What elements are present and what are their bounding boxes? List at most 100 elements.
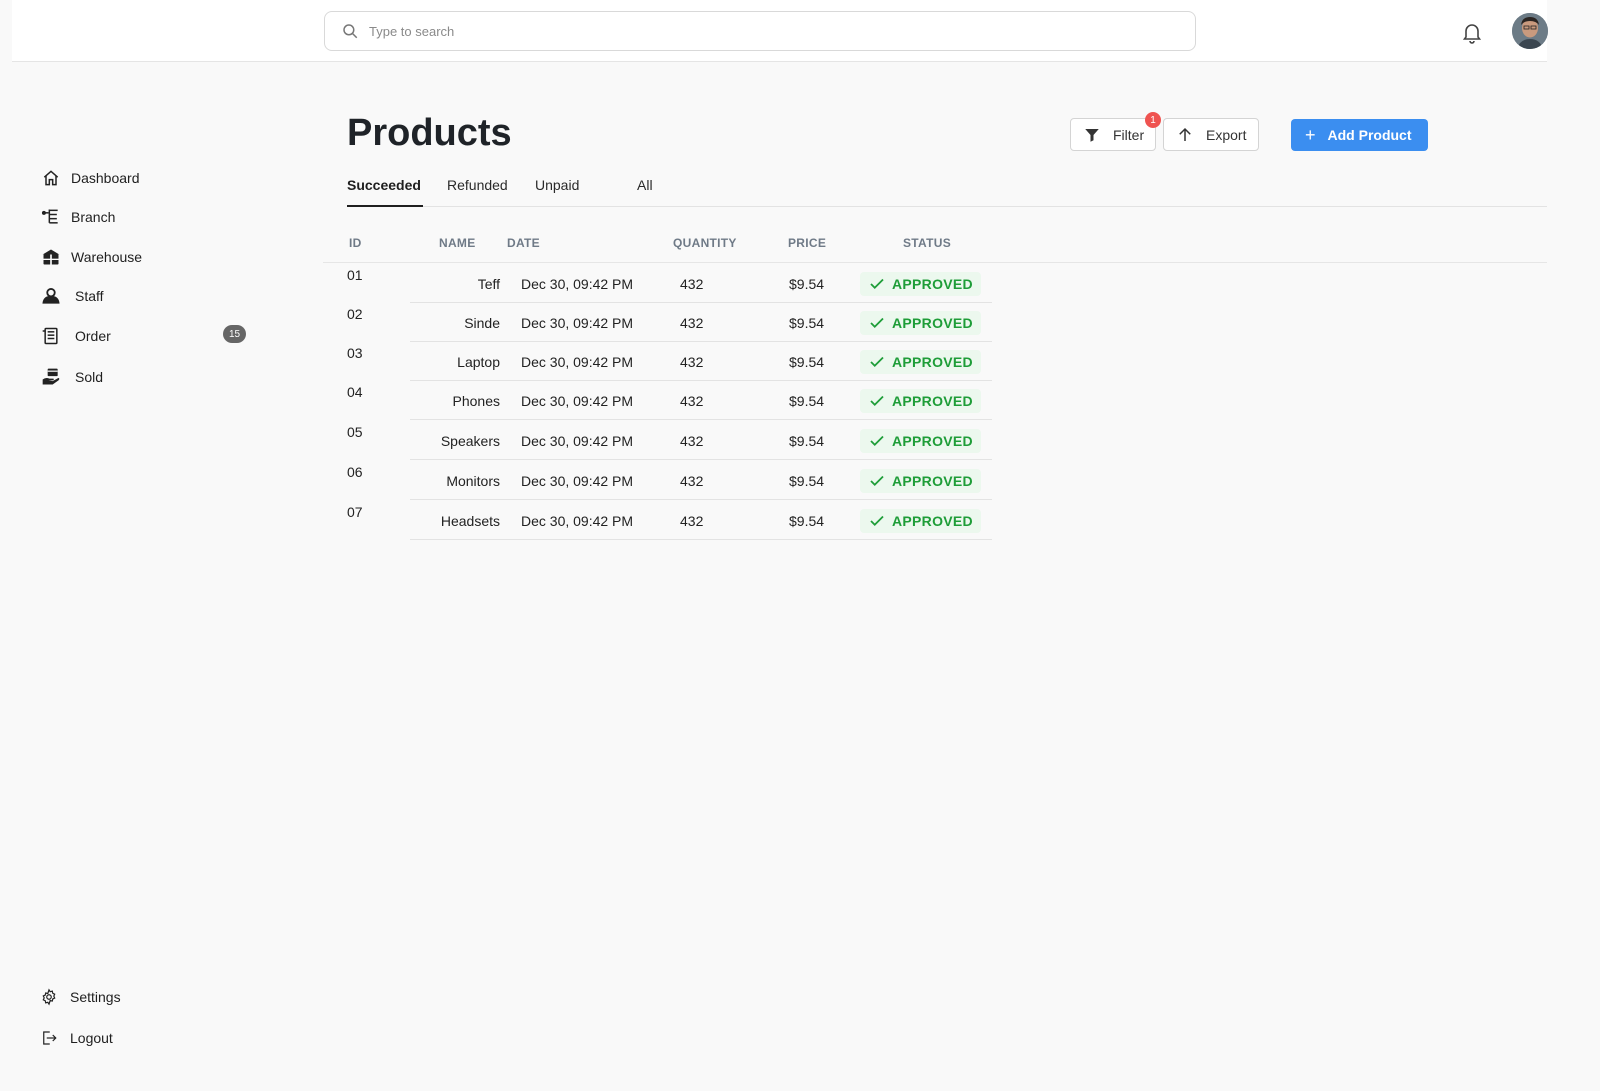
table-row[interactable]: Laptop Dec 30, 09:42 PM 432 $9.54 APPROV… — [410, 342, 992, 381]
search-input[interactable] — [369, 23, 1169, 39]
sidebar-item-order[interactable]: Order — [40, 324, 111, 348]
row-quantity: 432 — [680, 513, 704, 529]
table-row[interactable]: Sinde Dec 30, 09:42 PM 432 $9.54 APPROVE… — [410, 303, 992, 342]
sidebar-item-logout[interactable]: Logout — [40, 1026, 113, 1050]
header-divider — [323, 262, 1547, 263]
branch-icon — [40, 206, 62, 228]
row-date: Dec 30, 09:42 PM — [521, 433, 634, 449]
sidebar-item-label: Order — [75, 328, 111, 344]
tab-refunded[interactable]: Refunded — [447, 177, 508, 193]
filter-button[interactable]: Filter — [1070, 118, 1156, 151]
sidebar-item-label: Staff — [75, 288, 104, 304]
sidebar-item-label: Warehouse — [71, 249, 143, 265]
check-icon — [870, 278, 884, 290]
staff-icon — [40, 285, 62, 307]
row-price: $9.54 — [789, 315, 825, 331]
row-id: 04 — [347, 384, 363, 400]
check-icon — [870, 356, 884, 368]
add-product-button[interactable]: + Add Product — [1291, 119, 1428, 151]
user-photo — [1512, 13, 1548, 49]
search-box[interactable] — [324, 11, 1196, 51]
check-icon — [870, 515, 884, 527]
row-price: $9.54 — [789, 354, 825, 370]
row-name: Sinde — [464, 315, 500, 331]
row-date: Dec 30, 09:42 PM — [521, 315, 634, 331]
tab-all[interactable]: All — [637, 177, 653, 193]
row-name: Headsets — [440, 513, 500, 529]
top-bar — [12, 0, 1548, 62]
sidebar-item-dashboard[interactable]: Dashboard — [40, 166, 140, 190]
check-icon — [870, 395, 884, 407]
row-price: $9.54 — [789, 393, 825, 409]
tab-unpaid[interactable]: Unpaid — [535, 177, 579, 193]
sidebar-item-staff[interactable]: Staff — [40, 284, 104, 308]
row-id: 05 — [347, 424, 363, 440]
filter-icon — [1085, 128, 1099, 142]
row-date: Dec 30, 09:42 PM — [521, 513, 634, 529]
table-row[interactable]: Monitors Dec 30, 09:42 PM 432 $9.54 APPR… — [410, 461, 992, 500]
sidebar-item-branch[interactable]: Branch — [40, 205, 115, 229]
table-row[interactable]: Teff Dec 30, 09:42 PM 432 $9.54 APPROVED — [410, 264, 992, 303]
tab-succeeded[interactable]: Succeeded — [347, 177, 421, 193]
add-product-label: Add Product — [1327, 127, 1412, 143]
table-row[interactable]: Speakers Dec 30, 09:42 PM 432 $9.54 APPR… — [410, 421, 992, 460]
row-price: $9.54 — [789, 276, 825, 292]
plus-icon: + — [1305, 124, 1316, 145]
column-header-quantity[interactable]: QUANTITY — [673, 236, 737, 250]
check-icon — [870, 435, 884, 447]
sidebar-item-sold[interactable]: Sold — [40, 365, 103, 389]
row-name: Speakers — [440, 433, 500, 449]
row-quantity: 432 — [680, 276, 704, 292]
row-price: $9.54 — [789, 433, 825, 449]
sidebar-item-settings[interactable]: Settings — [40, 985, 121, 1009]
sidebar-item-label: Settings — [70, 989, 121, 1005]
check-icon — [870, 475, 884, 487]
row-quantity: 432 — [680, 473, 704, 489]
status-badge: APPROVED — [860, 469, 981, 493]
sidebar-item-label: Dashboard — [71, 170, 140, 186]
filter-count-badge: 1 — [1145, 112, 1161, 128]
row-quantity: 432 — [680, 354, 704, 370]
column-header-price[interactable]: PRICE — [788, 236, 826, 250]
row-name: Phones — [452, 393, 500, 409]
tabs-divider — [347, 206, 1547, 207]
status-badge: APPROVED — [860, 311, 981, 335]
table-row[interactable]: Phones Dec 30, 09:42 PM 432 $9.54 APPROV… — [410, 381, 992, 420]
status-badge: APPROVED — [860, 509, 981, 533]
column-header-id[interactable]: ID — [349, 236, 362, 250]
logout-icon — [43, 1031, 57, 1045]
row-date: Dec 30, 09:42 PM — [521, 354, 634, 370]
bell-icon[interactable] — [1460, 20, 1484, 44]
column-header-date[interactable]: DATE — [507, 236, 540, 250]
active-tab-indicator — [347, 205, 423, 207]
row-id: 07 — [347, 504, 363, 520]
gear-icon — [42, 988, 56, 1006]
sidebar-item-label: Sold — [75, 369, 104, 385]
row-price: $9.54 — [789, 473, 825, 489]
row-date: Dec 30, 09:42 PM — [521, 276, 634, 292]
column-header-name[interactable]: NAME — [439, 236, 476, 250]
avatar[interactable] — [1512, 13, 1548, 49]
row-name: Monitors — [446, 473, 500, 489]
sidebar-item-warehouse[interactable]: Warehouse — [40, 245, 142, 269]
row-date: Dec 30, 09:42 PM — [521, 473, 634, 489]
warehouse-icon — [40, 246, 62, 268]
row-quantity: 432 — [680, 315, 704, 331]
status-badge: APPROVED — [860, 429, 981, 453]
row-id: 02 — [347, 306, 363, 322]
row-id: 03 — [347, 345, 363, 361]
column-header-status[interactable]: STATUS — [903, 236, 951, 250]
table-row[interactable]: Headsets Dec 30, 09:42 PM 432 $9.54 APPR… — [410, 501, 992, 540]
status-badge: APPROVED — [860, 272, 981, 296]
sidebar-item-label: Branch — [71, 209, 116, 225]
page-title: Products — [347, 112, 512, 154]
sold-icon — [40, 366, 62, 388]
filter-label: Filter — [1113, 126, 1145, 143]
row-id: 06 — [347, 464, 363, 480]
status-badge: APPROVED — [860, 389, 981, 413]
row-quantity: 432 — [680, 393, 704, 409]
search-icon — [343, 24, 358, 39]
status-badge: APPROVED — [860, 350, 981, 374]
export-button[interactable]: Export — [1163, 118, 1259, 151]
row-name: Laptop — [457, 354, 500, 370]
